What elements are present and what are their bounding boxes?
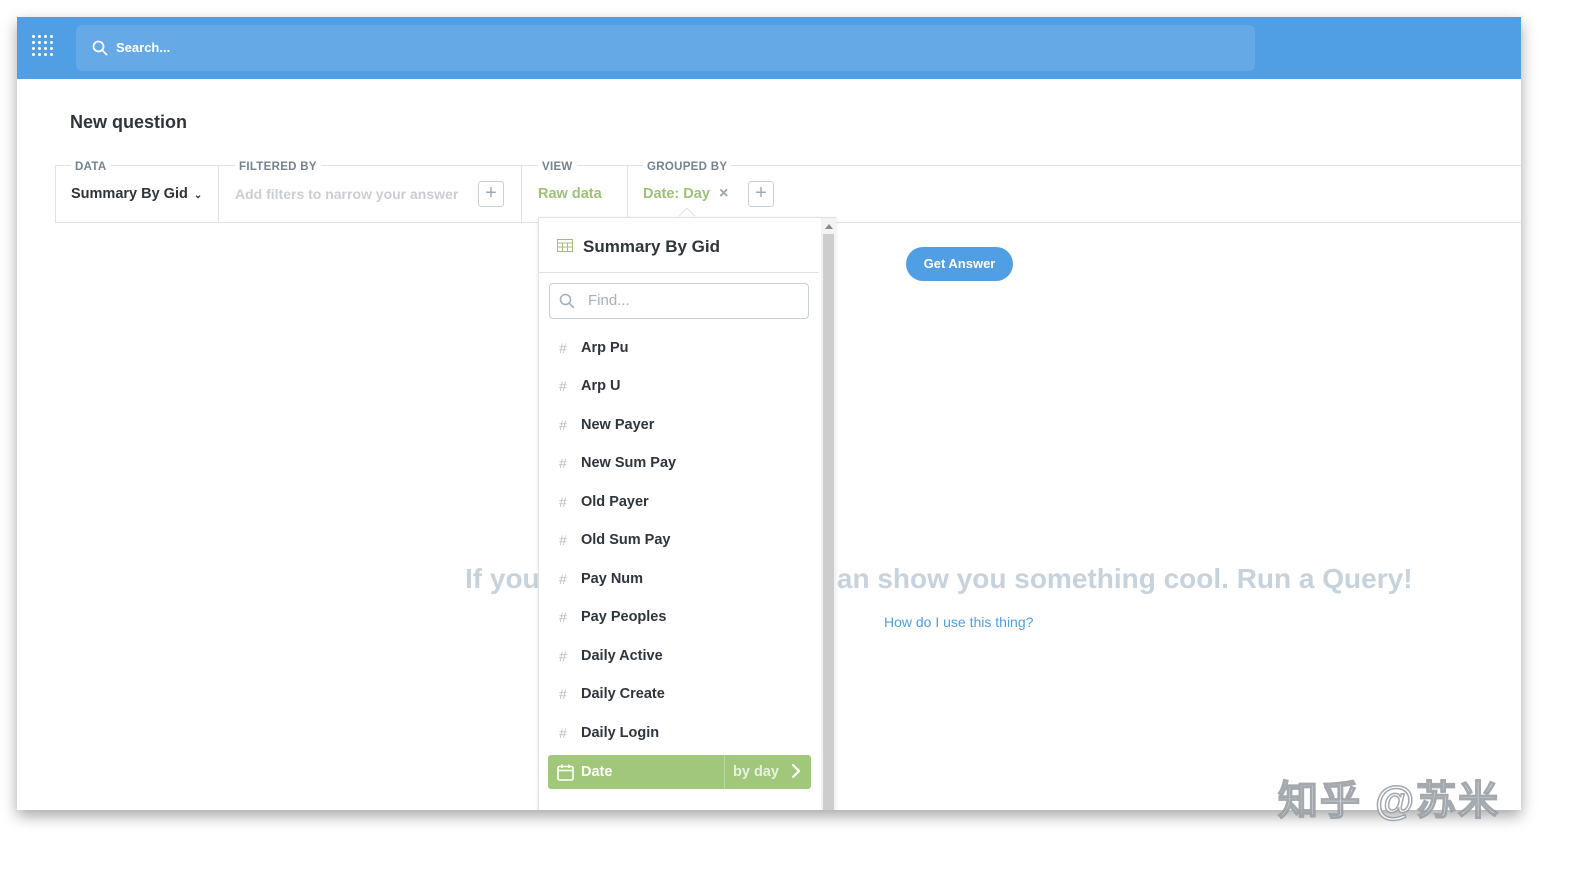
field-name: Old Payer xyxy=(581,494,649,510)
hash-icon: # xyxy=(559,725,567,741)
view-selector[interactable]: Raw data xyxy=(538,186,602,202)
field-item[interactable]: # New Sum Pay xyxy=(539,445,819,483)
field-item[interactable]: # Daily Active xyxy=(539,638,819,676)
field-item[interactable]: # Daily Login xyxy=(539,715,819,753)
field-item[interactable]: # Arp Pu xyxy=(539,330,819,368)
chevron-down-icon: ⌄ xyxy=(193,190,203,201)
date-bucket-selector[interactable]: by day xyxy=(733,764,779,780)
field-name: Arp U xyxy=(581,378,621,394)
field-item[interactable]: # Pay Peoples xyxy=(539,599,819,637)
page-title: New question xyxy=(70,112,188,132)
search-icon xyxy=(92,40,108,56)
view-section-label: VIEW xyxy=(538,161,577,173)
search-input[interactable]: Search... xyxy=(76,25,1255,71)
search-icon xyxy=(559,293,575,309)
hash-icon: # xyxy=(559,378,567,394)
add-filter-button[interactable]: + xyxy=(478,181,504,207)
field-search-input[interactable] xyxy=(588,292,798,309)
popover-scrollbar[interactable] xyxy=(821,218,836,810)
divider xyxy=(724,755,725,789)
hash-icon: # xyxy=(559,609,567,625)
add-breakout-button[interactable]: + xyxy=(748,181,774,207)
data-source-selector[interactable]: Summary By Gid ⌄ xyxy=(71,186,202,202)
field-name: Daily Create xyxy=(581,686,665,702)
app-window: Search... New question DATA Summary By G… xyxy=(17,17,1521,810)
chevron-right-icon[interactable] xyxy=(791,763,801,779)
field-name: Pay Peoples xyxy=(581,609,667,625)
field-item[interactable]: # New Payer xyxy=(539,407,819,445)
hash-icon: # xyxy=(559,571,567,587)
field-item[interactable]: # Arp U xyxy=(539,368,819,406)
field-name: Old Sum Pay xyxy=(581,532,671,548)
metabase-logo-icon[interactable] xyxy=(31,34,57,60)
scroll-up-arrow-icon[interactable] xyxy=(825,224,833,229)
field-item[interactable]: # Old Payer xyxy=(539,484,819,522)
field-search-box[interactable] xyxy=(549,283,809,319)
field-item[interactable]: # Old Sum Pay xyxy=(539,522,819,560)
popover-header: Summary By Gid xyxy=(539,218,819,273)
hash-icon: # xyxy=(559,648,567,664)
popover-table-name: Summary By Gid xyxy=(583,237,720,256)
hash-icon: # xyxy=(559,340,567,356)
calendar-icon xyxy=(557,764,574,781)
field-name: New Payer xyxy=(581,417,655,433)
breakout-date-day[interactable]: Date: Day xyxy=(643,186,710,202)
add-filter-placeholder[interactable]: Add filters to narrow your answer xyxy=(235,186,458,202)
get-answer-button[interactable]: Get Answer xyxy=(906,247,1013,281)
selected-date-field[interactable]: Date by day xyxy=(548,755,811,789)
help-link[interactable]: How do I use this thing? xyxy=(884,614,1033,630)
field-name: Arp Pu xyxy=(581,340,629,356)
date-field-name: Date xyxy=(581,764,613,780)
field-item[interactable]: # Daily Create xyxy=(539,676,819,714)
field-picker-popover: Summary By Gid # Arp Pu # Arp U # New Payer… xyxy=(538,217,836,810)
scrollbar-thumb[interactable] xyxy=(823,234,834,810)
top-nav-bar: Search... xyxy=(17,17,1521,79)
search-placeholder: Search... xyxy=(116,40,171,55)
hash-icon: # xyxy=(559,417,567,433)
field-item[interactable]: # Pay Num xyxy=(539,561,819,599)
hash-icon: # xyxy=(559,686,567,702)
data-section-label: DATA xyxy=(71,161,111,173)
hash-icon: # xyxy=(559,455,567,471)
grouped-by-section-label: GROUPED BY xyxy=(643,161,732,173)
field-name: New Sum Pay xyxy=(581,455,677,471)
data-source-name: Summary By Gid xyxy=(71,186,188,202)
field-name: Daily Active xyxy=(581,648,663,664)
field-name: Pay Num xyxy=(581,571,644,587)
hash-icon: # xyxy=(559,494,567,510)
hash-icon: # xyxy=(559,532,567,548)
remove-breakout-icon[interactable]: × xyxy=(719,185,728,203)
watermark-text: 知乎 @苏米 xyxy=(1277,778,1501,824)
filter-section-label: FILTERED BY xyxy=(235,161,321,173)
field-name: Daily Login xyxy=(581,725,660,741)
table-icon xyxy=(557,239,573,252)
